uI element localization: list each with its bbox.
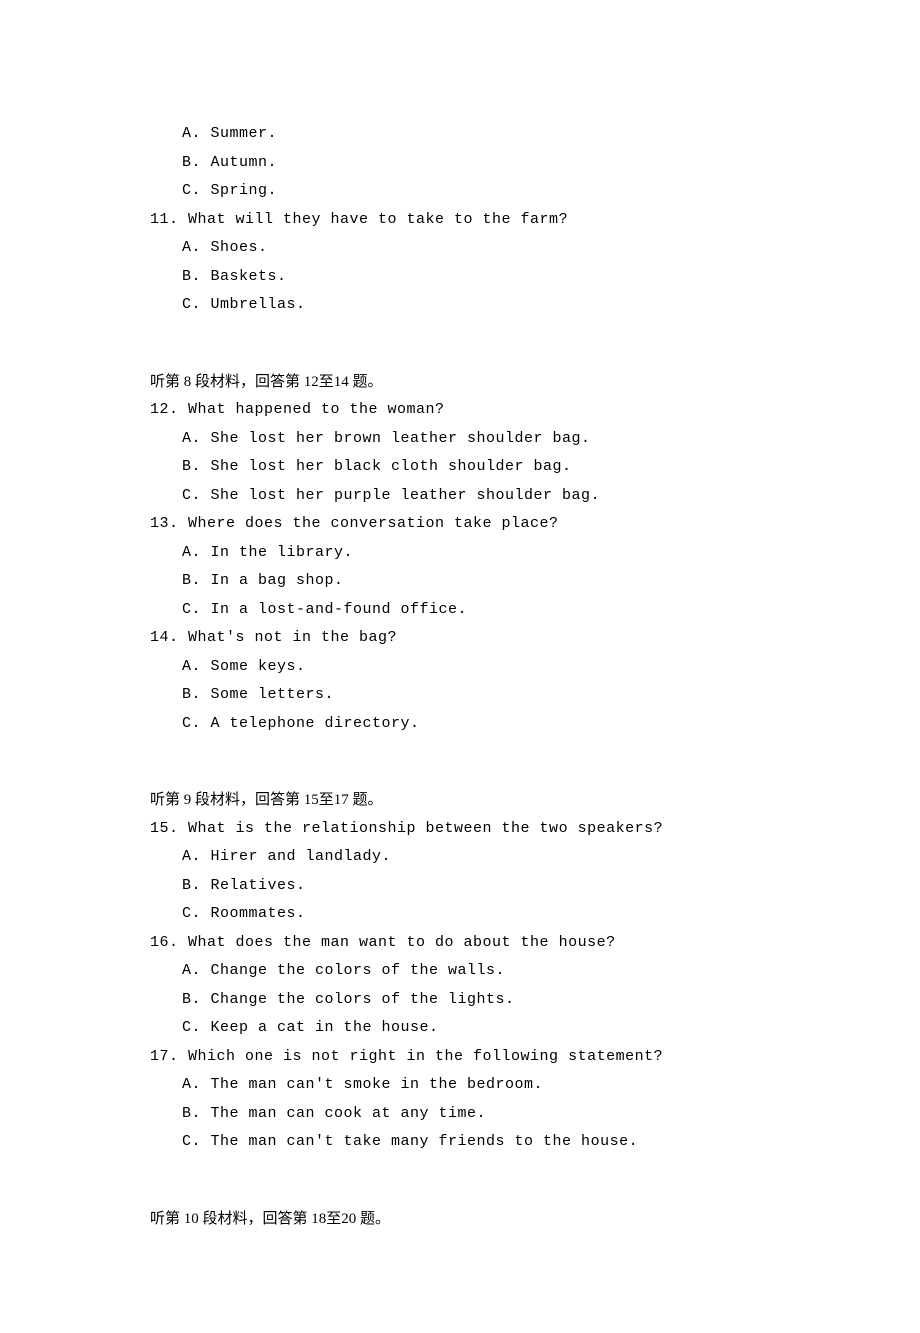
option-text: A. Change the colors of the walls. <box>150 957 770 986</box>
option-text: A. She lost her brown leather shoulder b… <box>150 425 770 454</box>
option-text: B. In a bag shop. <box>150 567 770 596</box>
spacer <box>150 738 770 762</box>
option-text: C. In a lost-and-found office. <box>150 596 770 625</box>
option-text: C. She lost her purple leather shoulder … <box>150 482 770 511</box>
option-text: B. Some letters. <box>150 681 770 710</box>
question-15: 15. What is the relationship between the… <box>150 815 770 844</box>
spacer <box>150 1157 770 1181</box>
question-11: 11. What will they have to take to the f… <box>150 206 770 235</box>
question-16: 16. What does the man want to do about t… <box>150 929 770 958</box>
question-13: 13. Where does the conversation take pla… <box>150 510 770 539</box>
section-8-header: 听第 8 段材料，回答第 12至14 题。 <box>150 368 770 397</box>
option-text: B. She lost her black cloth shoulder bag… <box>150 453 770 482</box>
section-9-header: 听第 9 段材料，回答第 15至17 题。 <box>150 786 770 815</box>
option-text: C. Keep a cat in the house. <box>150 1014 770 1043</box>
option-text: B. Baskets. <box>150 263 770 292</box>
option-text: C. Umbrellas. <box>150 291 770 320</box>
option-text: C. Spring. <box>150 177 770 206</box>
option-text: A. Some keys. <box>150 653 770 682</box>
option-text: A. Shoes. <box>150 234 770 263</box>
spacer <box>150 320 770 344</box>
option-text: C. The man can't take many friends to th… <box>150 1128 770 1157</box>
page-container: A. Summer. B. Autumn. C. Spring. 11. Wha… <box>0 0 920 1333</box>
section-10-header: 听第 10 段材料，回答第 18至20 题。 <box>150 1205 770 1234</box>
option-text: A. Hirer and landlady. <box>150 843 770 872</box>
option-text: B. Autumn. <box>150 149 770 178</box>
option-text: B. The man can cook at any time. <box>150 1100 770 1129</box>
question-14: 14. What's not in the bag? <box>150 624 770 653</box>
option-text: A. The man can't smoke in the bedroom. <box>150 1071 770 1100</box>
question-17: 17. Which one is not right in the follow… <box>150 1043 770 1072</box>
option-text: B. Relatives. <box>150 872 770 901</box>
option-text: A. In the library. <box>150 539 770 568</box>
option-text: A. Summer. <box>150 120 770 149</box>
question-12: 12. What happened to the woman? <box>150 396 770 425</box>
option-text: B. Change the colors of the lights. <box>150 986 770 1015</box>
option-text: C. Roommates. <box>150 900 770 929</box>
option-text: C. A telephone directory. <box>150 710 770 739</box>
